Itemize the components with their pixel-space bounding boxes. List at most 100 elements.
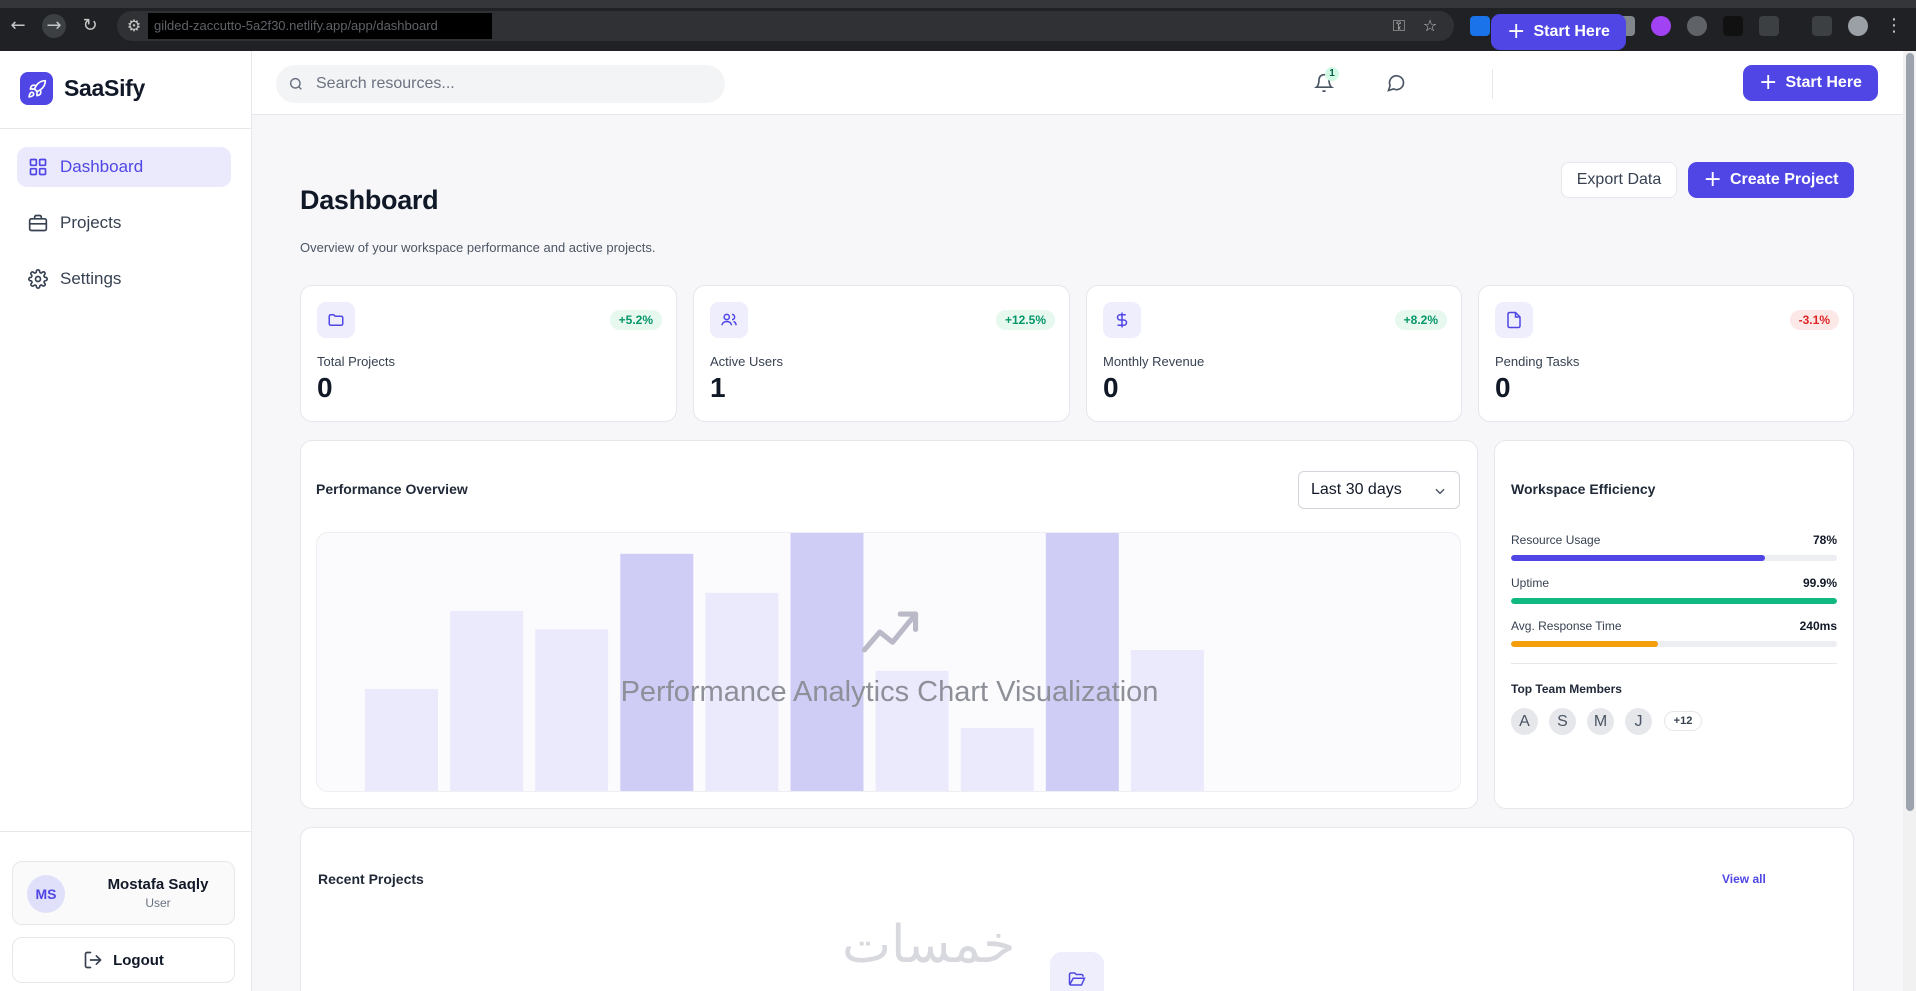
start-here-label: Start Here — [1785, 74, 1862, 91]
uptime-bar — [1511, 598, 1837, 604]
avatar[interactable]: M — [1585, 706, 1616, 737]
search-icon — [289, 77, 302, 90]
metric-value: 240ms — [1799, 619, 1837, 633]
browser-tab-strip — [0, 0, 1916, 8]
stat-value: 0 — [317, 372, 333, 403]
users-icon — [710, 302, 748, 338]
response-time-bar — [1511, 641, 1837, 647]
stat-change-badge: -3.1% — [1789, 310, 1839, 330]
shield-icon[interactable] — [1723, 16, 1743, 36]
logout-label: Logout — [113, 951, 164, 969]
placeholder-bar — [620, 553, 694, 791]
sidebar-item-dashboard[interactable]: Dashboard — [17, 147, 231, 187]
messages-button[interactable] — [1382, 69, 1410, 97]
team-more-badge[interactable]: +12 — [1664, 711, 1702, 731]
start-here-label: Start Here — [1533, 23, 1610, 40]
view-all-link[interactable]: View all — [1722, 872, 1766, 886]
sidebar-item-label: Settings — [60, 269, 122, 288]
stat-value: 0 — [1103, 372, 1119, 403]
scrollbar-thumb[interactable] — [1906, 53, 1914, 811]
bar-fill — [1511, 598, 1837, 604]
bookmark-star-icon[interactable]: ☆ — [1418, 14, 1442, 38]
password-key-icon[interactable]: ⚿ — [1387, 14, 1411, 38]
avatar[interactable]: S — [1547, 706, 1578, 737]
chart-caption: Performance Analytics Chart Visualizatio… — [620, 676, 1159, 708]
search-box[interactable] — [276, 65, 725, 103]
dollar-icon — [1103, 302, 1141, 338]
user-role: User — [145, 896, 171, 910]
divider — [1492, 69, 1493, 99]
placeholder-bars — [365, 533, 1204, 791]
chevron-down-icon — [1435, 488, 1445, 495]
sidebar-item-label: Projects — [60, 213, 122, 232]
create-project-label: Create Project — [1729, 171, 1839, 188]
forward-icon[interactable]: → — [42, 14, 66, 38]
sidebar: SaaSify Dashboard Projects Settings MS M… — [0, 51, 252, 991]
chat-bubble-icon — [1387, 74, 1405, 92]
page-title: Dashboard — [300, 185, 439, 215]
stat-card-active-users: +12.5% Active Users 1 — [693, 285, 1070, 422]
profile-avatar[interactable] — [1848, 16, 1868, 36]
divider — [0, 128, 251, 129]
search-input[interactable] — [316, 75, 696, 93]
rocket-icon — [20, 72, 53, 105]
chart-placeholder: Performance Analytics Chart Visualizatio… — [316, 532, 1461, 792]
folder-open-icon — [1050, 952, 1104, 991]
metric-label: Uptime — [1511, 576, 1550, 590]
extension-icon[interactable] — [1651, 16, 1671, 36]
efficiency-title: Workspace Efficiency — [1511, 481, 1656, 497]
file-icon — [1495, 302, 1533, 338]
top-bar: 1 + Start Here — [252, 14, 1916, 115]
browser-menu-icon[interactable]: ⋮ — [1882, 14, 1906, 38]
bar-fill — [1511, 641, 1658, 647]
stat-value: 0 — [1495, 372, 1511, 403]
start-here-button[interactable]: + Start Here — [1491, 14, 1626, 50]
brand[interactable]: SaaSify — [20, 72, 145, 105]
url-text[interactable]: gilded-zaccutto-5a2f30.netlify.app/app/d… — [148, 13, 492, 39]
stat-change-badge: +5.2% — [609, 310, 662, 330]
placeholder-bar — [1130, 650, 1204, 791]
export-data-button[interactable]: Export Data — [1561, 162, 1677, 198]
plus-icon: + — [1759, 70, 1778, 95]
logout-button[interactable]: Logout — [12, 937, 235, 983]
metric-value: 78% — [1812, 533, 1837, 547]
user-name: Mostafa Saqly — [107, 876, 209, 893]
extension-icon[interactable] — [1687, 16, 1707, 36]
placeholder-bar — [960, 728, 1034, 791]
reload-icon[interactable]: ↻ — [78, 14, 102, 38]
grid-icon — [29, 158, 47, 176]
stat-change-badge: +8.2% — [1394, 310, 1447, 330]
site-info-icon[interactable]: ⚙ — [122, 14, 146, 38]
extensions-puzzle-icon[interactable] — [1759, 16, 1779, 36]
stat-label: Pending Tasks — [1495, 354, 1580, 369]
brand-name: SaaSify — [64, 75, 146, 101]
browser-chrome: ← → ↻ ⚙ gilded-zaccutto-5a2f30.netlify.a… — [0, 0, 1916, 51]
back-icon[interactable]: ← — [6, 14, 30, 38]
date-range-select[interactable]: Last 30 days — [1298, 471, 1460, 509]
sidebar-item-projects[interactable]: Projects — [17, 203, 231, 243]
extension-icon[interactable] — [1470, 16, 1490, 36]
user-card[interactable]: MS Mostafa Saqly User — [12, 861, 235, 925]
stat-label: Active Users — [710, 354, 783, 369]
metric-label: Resource Usage — [1511, 533, 1601, 547]
team-title: Top Team Members — [1511, 682, 1622, 696]
plus-icon: + — [1703, 167, 1722, 192]
avatar: MS — [27, 875, 65, 913]
avatar[interactable]: J — [1623, 706, 1654, 737]
stat-change-badge: +12.5% — [995, 310, 1055, 330]
create-project-button[interactable]: + Create Project — [1688, 162, 1854, 198]
notification-count-badge: 1 — [1325, 67, 1339, 81]
avatar[interactable]: A — [1509, 706, 1540, 737]
page-scrollbar[interactable] — [1903, 51, 1916, 991]
watermark-logo: خمسات — [842, 915, 1016, 975]
stat-card-pending-tasks: -3.1% Pending Tasks 0 — [1478, 285, 1854, 422]
bar-fill — [1511, 555, 1766, 561]
download-icon[interactable] — [1812, 16, 1832, 36]
briefcase-icon — [28, 214, 48, 232]
sidebar-item-settings[interactable]: Settings — [17, 259, 231, 299]
placeholder-bar — [1045, 533, 1119, 791]
notifications-button[interactable]: 1 — [1310, 67, 1339, 97]
start-here-button[interactable]: + Start Here — [1743, 65, 1878, 101]
folder-icon — [317, 302, 355, 338]
gear-icon — [28, 269, 48, 289]
